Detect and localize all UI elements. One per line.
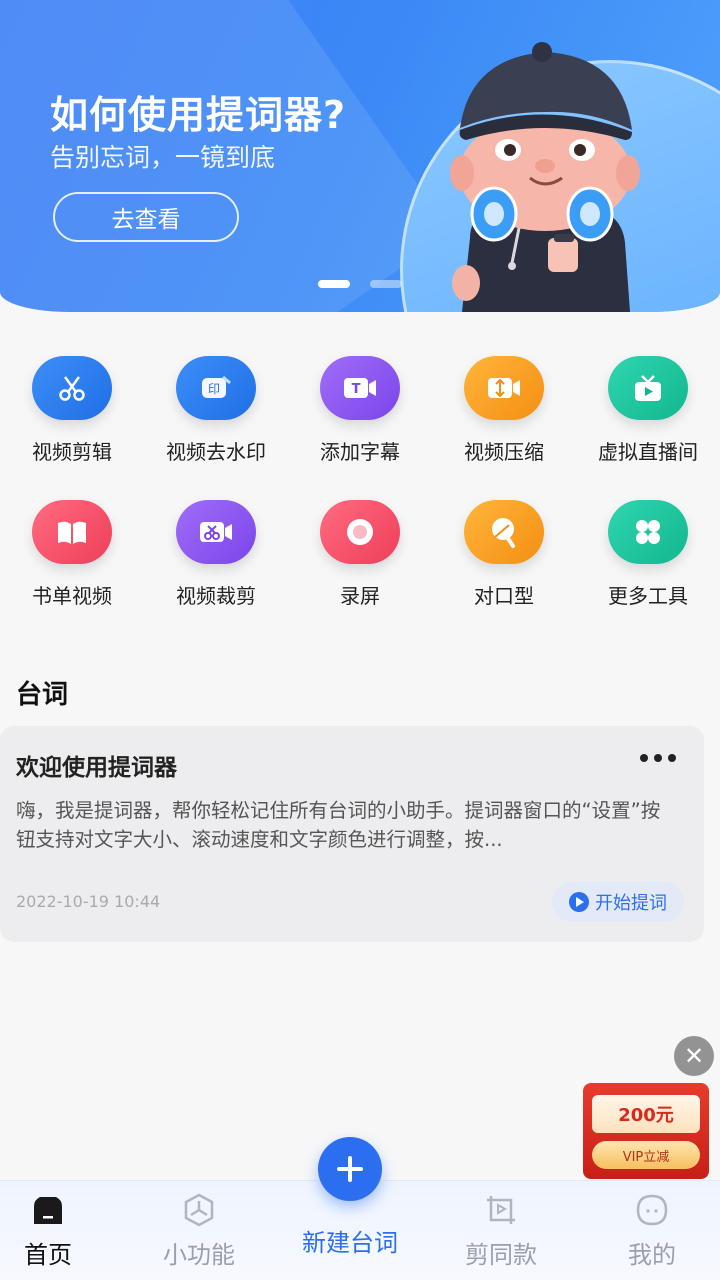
more-tools-icon <box>608 500 688 564</box>
tool-label: 对口型 <box>474 584 534 608</box>
tool-label: 视频剪辑 <box>32 440 112 464</box>
promo-vip-label: VIP立减 <box>592 1141 700 1169</box>
nav-small-tools[interactable]: 小功能 <box>144 1189 254 1270</box>
nav-label: 剪同款 <box>465 1241 537 1269</box>
more-options-icon[interactable] <box>640 754 676 762</box>
tool-more[interactable]: 更多工具 <box>576 500 720 644</box>
start-prompter-button[interactable]: 开始提词 <box>552 882 684 922</box>
section-title-lines: 台词 <box>16 680 69 710</box>
nav-template[interactable]: 剪同款 <box>446 1189 556 1270</box>
tool-grid: 视频剪辑 印 视频去水印 T 添加字幕 视频压缩 虚拟直播间 书单视频 视频裁剪… <box>0 356 720 644</box>
tool-lip-sync[interactable]: 对口型 <box>432 500 576 644</box>
play-icon <box>569 892 589 912</box>
profile-icon <box>635 1189 669 1231</box>
tool-label: 虚拟直播间 <box>598 440 698 464</box>
compress-icon <box>464 356 544 420</box>
tool-remove-watermark[interactable]: 印 视频去水印 <box>144 356 288 500</box>
home-icon <box>31 1189 65 1231</box>
nav-label: 小功能 <box>163 1241 235 1269</box>
tool-label: 添加字幕 <box>320 440 400 464</box>
close-promo-button[interactable]: ✕ <box>674 1036 714 1076</box>
nav-mine[interactable]: 我的 <box>597 1189 707 1270</box>
banner-dot-1[interactable] <box>318 280 350 288</box>
banner-title: 如何使用提词器? <box>50 93 347 137</box>
nav-new-script[interactable]: 新建台词 <box>295 1219 405 1258</box>
hexagon-tools-icon <box>182 1189 216 1231</box>
banner-pagination <box>318 280 402 288</box>
nav-label: 首页 <box>24 1241 72 1269</box>
banner-view-button[interactable]: 去查看 <box>53 192 239 242</box>
lip-sync-icon <box>464 500 544 564</box>
tool-add-subtitle[interactable]: T 添加字幕 <box>288 356 432 500</box>
vip-promo-badge[interactable]: 200元 VIP立减 <box>583 1083 709 1179</box>
record-icon <box>320 500 400 564</box>
tool-label: 视频裁剪 <box>176 584 256 608</box>
tool-label: 书单视频 <box>32 584 112 608</box>
card-date: 2022-10-19 10:44 <box>16 892 161 911</box>
svg-text:印: 印 <box>208 382 220 396</box>
crop-video-icon <box>176 500 256 564</box>
tool-video-edit[interactable]: 视频剪辑 <box>0 356 144 500</box>
tool-video-compress[interactable]: 视频压缩 <box>432 356 576 500</box>
scissors-icon <box>32 356 112 420</box>
tool-label: 视频压缩 <box>464 440 544 464</box>
nav-home[interactable]: 首页 <box>0 1189 103 1270</box>
tool-label: 录屏 <box>340 584 380 608</box>
tool-booklist-video[interactable]: 书单视频 <box>0 500 144 644</box>
new-script-fab[interactable] <box>318 1137 382 1201</box>
nav-label: 新建台词 <box>302 1229 398 1257</box>
mascot-illustration <box>450 42 640 312</box>
tool-label: 视频去水印 <box>166 440 266 464</box>
promo-amount: 200元 <box>592 1095 700 1133</box>
watermark-stamp-icon: 印 <box>176 356 256 420</box>
banner-dot-2[interactable] <box>370 280 402 288</box>
tool-video-crop[interactable]: 视频裁剪 <box>144 500 288 644</box>
nav-label: 我的 <box>628 1241 676 1269</box>
video-template-icon <box>484 1189 518 1231</box>
tool-screen-record[interactable]: 录屏 <box>288 500 432 644</box>
script-card[interactable]: 欢迎使用提词器 嗨，我是提词器，帮你轻松记住所有台词的小助手。提词器窗口的“设置… <box>0 726 704 942</box>
tv-live-icon <box>608 356 688 420</box>
book-icon <box>32 500 112 564</box>
tool-label: 更多工具 <box>608 584 688 608</box>
tool-virtual-live[interactable]: 虚拟直播间 <box>576 356 720 500</box>
promo-banner[interactable]: 如何使用提词器? 告别忘词，一镜到底 去查看 <box>0 0 720 312</box>
card-title: 欢迎使用提词器 <box>16 755 177 781</box>
svg-text:T: T <box>352 382 361 397</box>
banner-subtitle: 告别忘词，一镜到底 <box>50 143 276 172</box>
start-prompter-label: 开始提词 <box>595 893 667 914</box>
subtitle-icon: T <box>320 356 400 420</box>
card-body: 嗨，我是提词器，帮你轻松记住所有台词的小助手。提词器窗口的“设置”按钮支持对文字… <box>16 799 661 851</box>
plus-icon <box>337 1156 363 1182</box>
